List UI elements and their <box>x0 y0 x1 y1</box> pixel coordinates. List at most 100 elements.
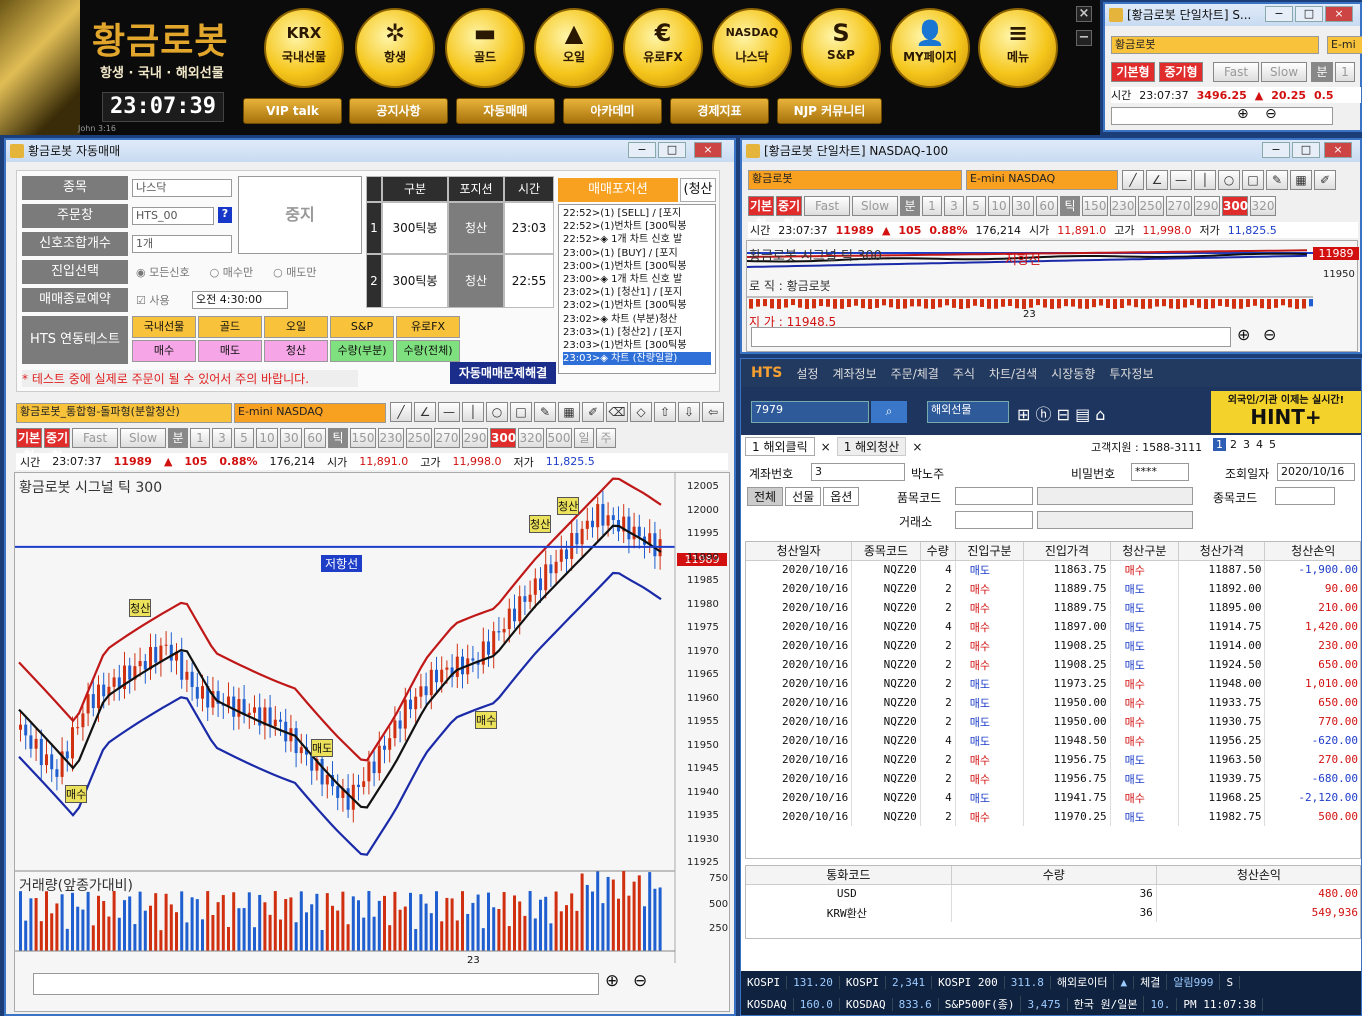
zoom-in-icon[interactable]: ⊕ <box>605 971 619 991</box>
table-row[interactable]: 2020/10/16 NQZ20 2 매수 11889.75 매도 11892.00 90.0… <box>746 579 1360 598</box>
angle-tool-icon[interactable]: ∠ <box>1146 170 1168 190</box>
line-tool-icon[interactable]: ╱ <box>390 402 412 422</box>
zoom-out-icon[interactable]: ⊖ <box>1265 106 1277 122</box>
table-row[interactable]: 2020/10/16 NQZ20 2 매수 11956.75 매도 11963.50 270.… <box>746 750 1360 769</box>
pen-tool-icon[interactable]: ✎ <box>534 402 556 422</box>
table-row[interactable]: 2020/10/16 NQZ20 4 매도 11941.75 매수 11968.25 -2,1… <box>746 788 1360 807</box>
tab-overseas-click[interactable]: 1 해외클릭 <box>745 437 815 456</box>
symbol-combo[interactable]: E-mini NASDAQ <box>234 403 386 423</box>
table-row[interactable]: 2020/10/16 NQZ20 2 매도 11950.00 매수 11930.75 770.… <box>746 712 1360 731</box>
ticker-item[interactable]: 3,475 <box>1021 997 1068 1011</box>
maximize-button[interactable]: □ <box>1292 142 1320 158</box>
period-button[interactable]: 3 <box>212 428 232 448</box>
ticker-item[interactable]: 311.8 <box>1005 975 1051 989</box>
main-chart[interactable]: 황금로봇 시그널 틱 300 저항선 11989 청산 청산 청산 매도 매수 … <box>14 472 730 1012</box>
ticker-item[interactable]: S <box>1220 975 1241 989</box>
period-button[interactable]: 60 <box>304 428 326 448</box>
period-button[interactable]: 320 <box>518 428 544 448</box>
close-button[interactable]: × <box>1325 6 1353 22</box>
period-button[interactable]: 중기형 <box>44 428 70 463</box>
interval-1-button[interactable]: 1 <box>1335 62 1355 82</box>
period-button[interactable]: 분 <box>900 196 920 216</box>
line-tool-icon[interactable]: ╱ <box>1122 170 1144 190</box>
minute-button[interactable]: 분 <box>1311 62 1333 82</box>
ticker-item[interactable]: 2,341 <box>886 975 933 989</box>
period-button[interactable]: 290 <box>1194 196 1220 216</box>
erase-icon[interactable]: ⌫ <box>606 402 628 422</box>
menu-settings[interactable]: 설정 <box>796 365 818 382</box>
slow-button[interactable]: Slow <box>1261 62 1307 82</box>
close-button[interactable]: × <box>694 142 722 158</box>
period-button[interactable]: 10 <box>256 428 278 448</box>
period-button[interactable]: 300 <box>1222 196 1248 216</box>
log-entry[interactable]: 23:00>(1)번차트 [300틱봉 <box>563 260 711 273</box>
ticker-item[interactable]: 체결 <box>1134 974 1168 990</box>
hts-test-button[interactable]: 수량(전체) <box>396 340 460 362</box>
account-number-input[interactable]: 3 <box>811 463 905 481</box>
ticker-item[interactable]: 10. <box>1144 997 1178 1011</box>
log-entry[interactable]: 23:03>(1)번차트 [300틱봉 <box>563 339 711 352</box>
menu-account[interactable]: 계좌정보 <box>832 365 876 382</box>
hts-test-button[interactable]: 매수 <box>132 340 196 362</box>
period-button[interactable]: 300 <box>490 428 516 448</box>
period-button[interactable]: 5 <box>966 196 986 216</box>
signal-count-select[interactable]: 1개 <box>132 235 232 253</box>
menu-market[interactable]: 시장동향 <box>1051 365 1095 382</box>
hts-test-button[interactable]: 매도 <box>198 340 262 362</box>
log-entry[interactable]: 23:02>(1) [청산1] / [포지 <box>563 286 711 299</box>
community-button[interactable]: NJP 커뮤니티 <box>777 98 882 124</box>
krx-button[interactable]: KRX 국내선물 <box>264 8 344 88</box>
mypage-button[interactable]: 👤 MY페이지 <box>890 8 970 88</box>
search-icon[interactable]: ⌕ <box>871 401 907 423</box>
hts-test-button[interactable]: 유로FX <box>396 316 460 338</box>
rect-tool-icon[interactable]: □ <box>510 402 532 422</box>
fast-button[interactable]: Fast <box>1213 62 1259 82</box>
ticker-item[interactable]: KOSDAQ <box>741 997 794 1011</box>
hline-tool-icon[interactable]: — <box>438 402 460 422</box>
ticker-item[interactable]: ▲ <box>1114 975 1135 989</box>
circle-tool-icon[interactable]: ○ <box>486 402 508 422</box>
period-button[interactable]: 10 <box>988 196 1010 216</box>
hts-test-button[interactable]: S&P <box>330 316 394 338</box>
help-icon[interactable]: ? <box>218 207 232 223</box>
ticker-item[interactable]: KOSPI <box>741 975 788 989</box>
ticker-item[interactable]: 한국 원/일본 <box>1068 996 1145 1012</box>
filter-futures[interactable]: 선물 <box>785 487 822 506</box>
period-button[interactable]: 250 <box>1138 196 1164 216</box>
palette-icon[interactable]: ▦ <box>1290 170 1312 190</box>
period-button[interactable]: 기본형 <box>16 428 42 463</box>
hline-tool-icon[interactable]: — <box>1170 170 1192 190</box>
table-row[interactable]: 2020/10/16 NQZ20 2 매수 11956.75 매도 11939.75 -680… <box>746 769 1360 788</box>
password-input[interactable]: **** <box>1131 463 1189 481</box>
menu-button[interactable]: ≡ 메뉴 <box>978 8 1058 88</box>
trade-log-list[interactable]: 22:52>(1) [SELL] / [포지 22:52>(1)번차트 [300틱… <box>558 204 716 374</box>
period-button[interactable]: 230 <box>1110 196 1136 216</box>
ticker-item[interactable]: KOSDAQ <box>840 997 893 1011</box>
symbol-combo[interactable]: E-mini NASDAQ <box>966 170 1118 190</box>
period-button[interactable]: Slow <box>852 196 898 216</box>
zoom-out-icon[interactable]: ⊖ <box>1263 325 1276 344</box>
period-button[interactable]: 250 <box>406 428 432 448</box>
oil-button[interactable]: ▲ 오일 <box>534 8 614 88</box>
zoom-in-icon[interactable]: ⊕ <box>1237 325 1250 344</box>
table-row[interactable]: 2020/10/16 NQZ20 2 매수 11908.25 매도 11914.00 230.… <box>746 636 1360 655</box>
gold-button[interactable]: ▬ 골드 <box>445 8 525 88</box>
econ-indicator-button[interactable]: 경제지표 <box>670 98 769 124</box>
period-button[interactable]: 30 <box>280 428 302 448</box>
period-button[interactable]: 290 <box>462 428 488 448</box>
market-combo[interactable]: 해외선물 <box>927 401 1009 423</box>
sp-button[interactable]: S S&P <box>801 8 881 88</box>
ticker-item[interactable]: PM 11:07:38 <box>1177 997 1264 1011</box>
palette-icon[interactable]: ▦ <box>558 402 580 422</box>
radio-buy-only[interactable]: ○ 매수만 <box>210 264 253 280</box>
up-arrow-icon[interactable]: ⇧ <box>654 402 676 422</box>
symbol-select[interactable]: 나스닥 <box>132 179 232 197</box>
angle-tool-icon[interactable]: ∠ <box>414 402 436 422</box>
maximize-button[interactable]: □ <box>658 142 686 158</box>
strategy-combo[interactable]: 황금로봇 <box>748 170 962 190</box>
minimize-button[interactable]: − <box>1265 6 1293 22</box>
end-time-input[interactable]: 오전 4:30:00 <box>192 291 288 309</box>
chart-scrollbar[interactable] <box>751 327 1231 347</box>
down-arrow-icon[interactable]: ⇩ <box>678 402 700 422</box>
hint-ad-banner[interactable]: 외국인/기관 이제는 실시간! HINT+ <box>1211 391 1361 433</box>
